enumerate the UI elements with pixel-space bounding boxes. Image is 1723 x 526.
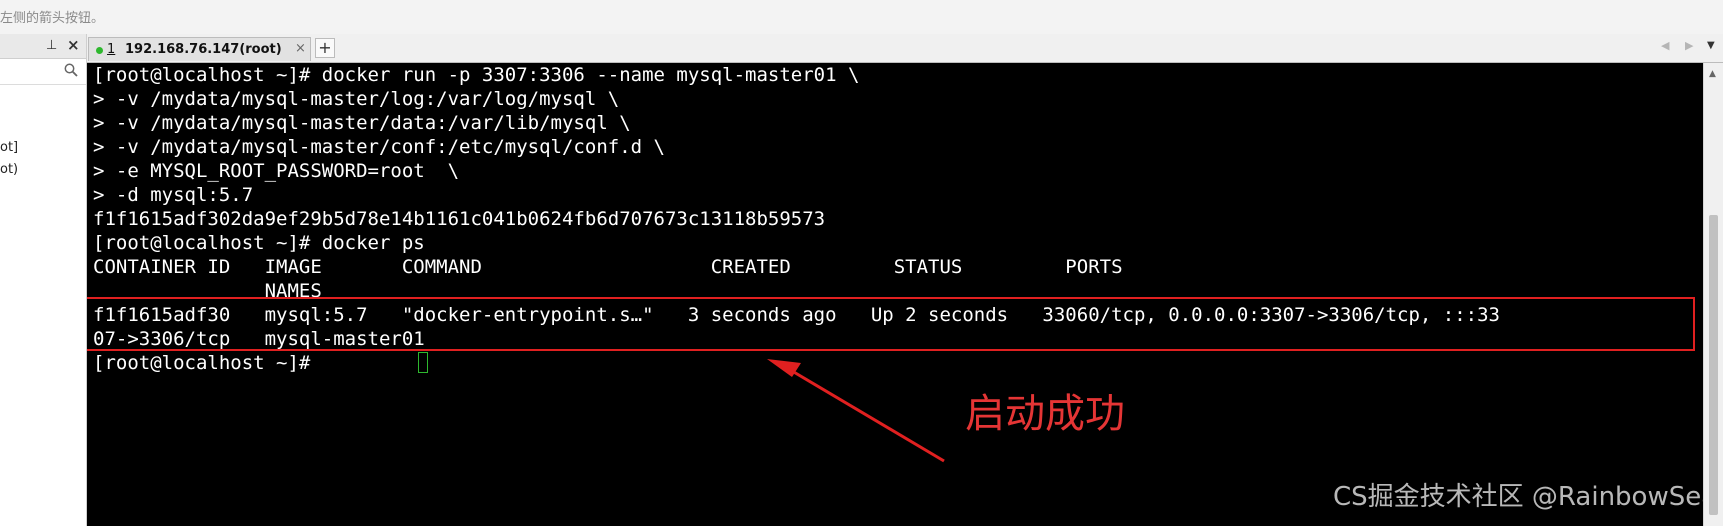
annotation-label: 启动成功: [965, 391, 1125, 437]
scrollbar-thumb[interactable]: [1709, 215, 1718, 515]
connection-status-icon: [96, 47, 103, 54]
tab-close-icon[interactable]: ×: [295, 41, 306, 56]
hint-bar: 左侧的箭头按钮。: [0, 0, 1723, 34]
session-panel-header: ⊥ ×: [0, 34, 86, 59]
search-icon[interactable]: [64, 63, 78, 77]
hint-text: 左侧的箭头按钮。: [0, 11, 105, 26]
tab-bar: 1 192.168.76.147(root) × + ◀ ▶ ▼: [87, 34, 1723, 63]
session-list-item[interactable]: ot): [0, 162, 18, 177]
annotation-arrow: [767, 359, 945, 463]
watermark: CS掘金技术社区 @RainbowSea: [1333, 482, 1703, 512]
scroll-up-icon[interactable]: ▲: [1709, 69, 1716, 79]
terminal-output[interactable]: [root@localhost ~]# docker run -p 3307:3…: [87, 63, 1703, 526]
add-tab-button[interactable]: +: [315, 38, 335, 58]
tab-index: 1: [107, 42, 116, 57]
close-icon[interactable]: ×: [67, 36, 80, 54]
session-panel: ⊥ × ot] ot): [0, 34, 87, 526]
tab-title: 192.168.76.147(root): [125, 42, 282, 57]
tab-list-menu-icon[interactable]: ▼: [1707, 40, 1715, 51]
tab-session[interactable]: 1 192.168.76.147(root) ×: [88, 37, 311, 61]
session-list-item[interactable]: ot]: [0, 140, 18, 155]
pin-icon[interactable]: ⊥: [46, 38, 57, 53]
ssh-client-window: 左侧的箭头按钮。 ⊥ × ot] ot) 1 192.168.76.147(ro…: [0, 0, 1723, 526]
session-search-input[interactable]: [0, 60, 86, 85]
terminal-scrollbar[interactable]: ▲: [1703, 63, 1723, 526]
tab-scroll-left-icon[interactable]: ◀: [1661, 39, 1669, 52]
tab-scroll-right-icon[interactable]: ▶: [1685, 39, 1693, 52]
